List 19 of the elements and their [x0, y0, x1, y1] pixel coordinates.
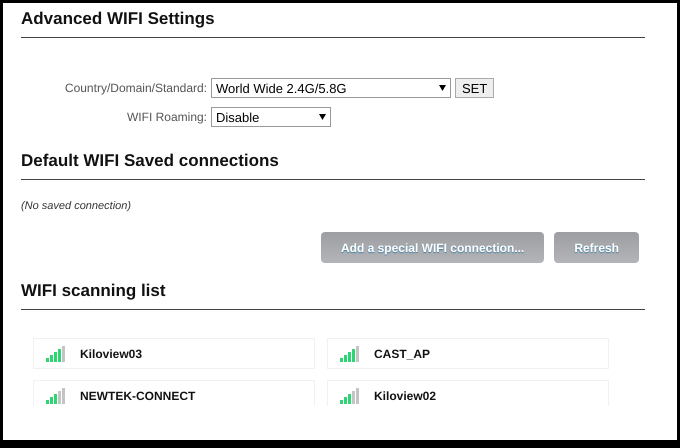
set-button[interactable]: SET [455, 78, 494, 98]
empty-message: (No saved connection) [21, 199, 132, 214]
network-item[interactable]: CAST_AP [327, 338, 609, 369]
network-name: CAST_AP [374, 346, 430, 360]
section-title: Advanced WIFI Settings [21, 3, 645, 38]
caret-icon [319, 114, 326, 120]
network-item[interactable]: Kiloview03 [33, 338, 315, 369]
network-item[interactable]: Kiloview02 [327, 380, 609, 406]
section-title: Default WIFI Saved connections [21, 145, 645, 180]
network-item[interactable]: NEWTEK-CONNECT [33, 380, 315, 406]
section-title: WIFI scanning list [21, 275, 645, 310]
field-label: Country/Domain/Standard: [64, 81, 208, 95]
dropdown[interactable]: World Wide 2.4G/5.8G [211, 78, 451, 98]
network-name: NEWTEK-CONNECT [80, 388, 196, 402]
dropdown[interactable]: Disable [211, 107, 331, 127]
network-name: Kiloview02 [374, 388, 436, 402]
network-name: Kiloview03 [80, 346, 142, 360]
caret-icon [439, 85, 446, 91]
field-label: WIFI Roaming: [126, 110, 208, 124]
